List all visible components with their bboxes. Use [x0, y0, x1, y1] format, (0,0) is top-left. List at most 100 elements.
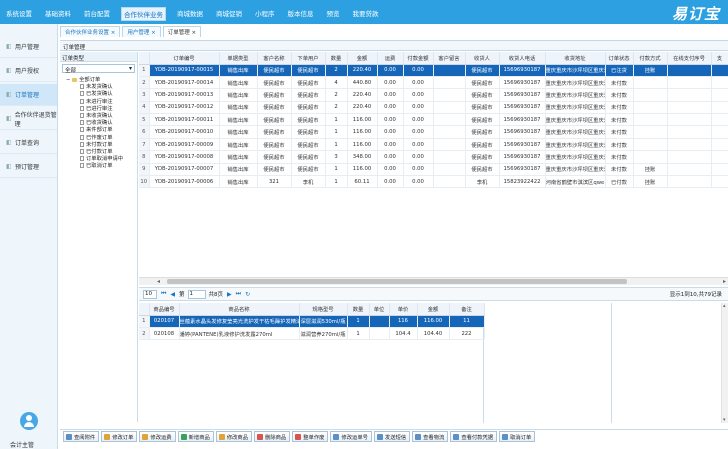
order-type-select[interactable]: 全部 [62, 64, 135, 74]
column-header[interactable]: 订单状态 [605, 52, 634, 65]
table-row[interactable]: 4 YDB-20190917-00012 销售出库 便民超市 便民超市 2 220.40 0.… [139, 101, 728, 115]
topnav-item[interactable]: 基础资料 [43, 7, 73, 21]
column-header[interactable]: 单位 [369, 303, 390, 316]
column-header[interactable] [139, 52, 150, 65]
horizontal-scrollbar[interactable]: ◂ ▸ [139, 277, 728, 285]
sidebar-item[interactable]: ◧ 订单管理 [0, 84, 57, 106]
topnav-item[interactable]: 商城促销 [214, 7, 244, 21]
toolbar-button[interactable]: 取消订单 [499, 431, 536, 442]
sidebar-item[interactable]: ◧ 用户授权 [0, 60, 57, 82]
tree-node[interactable]: 未发货确认 [60, 82, 137, 90]
column-header[interactable]: 数量 [347, 303, 370, 316]
sidebar-item[interactable]: ◧ 用户管理 [0, 36, 57, 58]
page-size-select[interactable]: 10 [143, 289, 157, 299]
table-row[interactable]: 2 YDB-20190917-00014 销售出库 便民超市 便民超市 4 440.80 0.… [139, 76, 728, 90]
column-header[interactable]: 付款方式 [633, 52, 668, 65]
toolbar-button[interactable]: 修改运费 [139, 431, 176, 442]
table-row[interactable]: 5 YDB-20190917-00011 销售出库 便民超市 便民超市 1 116.00 0.… [139, 113, 728, 127]
avatar[interactable] [20, 412, 38, 430]
topnav-item[interactable]: 合作伙伴业务 [121, 7, 166, 21]
scroll-up-icon[interactable]: ▴ [723, 303, 726, 309]
toolbar-button[interactable]: 修改运单号 [330, 431, 372, 442]
topnav-item[interactable]: 版本信息 [286, 7, 316, 21]
toolbar-button[interactable]: 发送短信 [373, 431, 411, 442]
toolbar-button[interactable]: 修改订单 [101, 431, 138, 442]
column-header[interactable]: 商品编号 [149, 303, 180, 316]
table-row[interactable]: 8 YDB-20190917-00008 销售出库 便民超市 便民超市 3 348.00 0.… [139, 150, 728, 164]
column-header[interactable]: 订单编号 [149, 52, 220, 65]
tree-node[interactable]: 已收货确认 [60, 118, 137, 126]
table-row[interactable]: 10 YDB-20190917-00006 销售出库 321 李机 1 60.11 0.00 0… [139, 175, 728, 189]
page-input[interactable]: 1 [187, 289, 206, 299]
table-row[interactable]: 1 YDB-20190917-00015 销售出库 便民超市 便民超市 2 220.40 0.… [139, 64, 728, 77]
tree-node[interactable]: 未进行审注 [60, 97, 137, 105]
column-header[interactable]: 运费 [377, 52, 404, 65]
prev-page-icon[interactable]: ◀ [170, 291, 175, 298]
toolbar-button[interactable]: 查看物流 [412, 431, 449, 442]
column-header[interactable]: 金额 [417, 303, 450, 316]
topnav-item[interactable]: 预览 [325, 7, 342, 21]
topnav-item[interactable]: 商城数据 [175, 7, 205, 21]
vertical-scrollbar[interactable]: ▴ ▾ [721, 303, 728, 423]
column-header[interactable]: 收货地址 [545, 52, 606, 65]
column-header[interactable]: 支 [711, 52, 728, 65]
column-header[interactable]: 收货人 [465, 52, 500, 65]
toolbar-button[interactable]: 修改商品 [215, 431, 253, 442]
topnav-item[interactable]: 系统设置 [4, 7, 34, 21]
tree-node[interactable]: 订单取消申请中 [60, 154, 137, 162]
scroll-left-icon[interactable]: ◂ [157, 278, 160, 285]
toolbar-button[interactable]: 查阅附件 [63, 431, 100, 442]
tree-node[interactable]: 已作废订单 [60, 133, 137, 141]
tree-node[interactable]: 已付款订单 [60, 147, 137, 155]
column-header[interactable]: 单据类型 [219, 52, 258, 65]
column-header[interactable] [139, 303, 150, 316]
topnav-item[interactable]: 我要贷款 [351, 7, 381, 21]
table-row[interactable]: 9 YDB-20190917-00007 销售出库 便民超市 便民超市 1 116.00 0.… [139, 163, 728, 177]
column-header[interactable]: 商品名称 [179, 303, 300, 316]
topnav-item[interactable]: 前台配置 [82, 7, 112, 21]
tree-node[interactable]: 未付款订单 [60, 140, 137, 148]
next-page-icon[interactable]: ▶ [227, 291, 232, 298]
toolbar-button[interactable]: 新增商品 [177, 431, 214, 442]
first-page-icon[interactable]: ⏮ [161, 290, 166, 298]
breadcrumb-tab[interactable]: 合作伙伴业务设置 × [60, 26, 121, 37]
tree-node[interactable]: 来件部订单 [60, 125, 137, 133]
sidebar-item[interactable]: ◧ 订单查询 [0, 132, 57, 154]
breadcrumb-tab[interactable]: 用户管理 × [122, 26, 161, 37]
column-header[interactable]: 数量 [325, 52, 348, 65]
scroll-down-icon[interactable]: ▾ [723, 417, 726, 423]
last-page-icon[interactable]: ⏭ [236, 290, 241, 298]
tree-node[interactable]: 未收货确认 [60, 111, 137, 119]
column-header[interactable]: 金额 [347, 52, 378, 65]
refresh-icon[interactable]: ↻ [245, 291, 250, 298]
column-header[interactable]: 备注 [449, 303, 485, 316]
table-row[interactable]: 6 YDB-20190917-00010 销售出库 便民超市 便民超市 1 116.00 0.… [139, 125, 728, 139]
column-header[interactable]: 客户名称 [257, 52, 292, 65]
column-header[interactable]: 单价 [389, 303, 418, 316]
scroll-right-icon[interactable]: ▸ [723, 278, 726, 285]
tree-node[interactable]: 已发货确认 [60, 89, 137, 97]
scrollbar-thumb[interactable] [167, 279, 627, 284]
memo-area[interactable]: ▴ ▾ [611, 303, 728, 423]
topnav-item[interactable]: 小程序 [253, 7, 277, 21]
column-header[interactable]: 规格型号 [299, 303, 348, 316]
toolbar-button[interactable]: 查看付款凭据 [450, 431, 498, 442]
toolbar-button[interactable]: 删除商品 [254, 431, 291, 442]
table-row[interactable]: 1 020107 丝蕴素水晶头发修复莹亮光洗护发干枯毛躁护发精油修... 深层滋润53… [139, 315, 485, 328]
tree-node[interactable]: 已进行审注 [60, 104, 137, 112]
table-row[interactable]: 3 YDB-20190917-00013 销售出库 便民超市 便民超市 2 220.40 0.… [139, 88, 728, 102]
column-header[interactable]: 下单用户 [291, 52, 326, 65]
table-row[interactable]: 7 YDB-20190917-00009 销售出库 便民超市 便民超市 1 116.00 0.… [139, 138, 728, 152]
tree-root[interactable]: − 全部订单 [60, 75, 137, 83]
breadcrumb-tab[interactable]: 订单管理 × [162, 26, 202, 37]
tree-node[interactable]: 已取消订单 [60, 161, 137, 169]
column-header[interactable]: 在线支付序号 [667, 52, 712, 65]
table-cell: 便民超市 [291, 88, 326, 102]
toolbar-button[interactable]: 整单作废 [292, 431, 329, 442]
column-header[interactable]: 客户留言 [433, 52, 466, 65]
table-row[interactable]: 2 020108 潘婷(PANTENE)乳液修护洗发露270ml 滋润营养270ml/… [139, 327, 485, 341]
sidebar-item[interactable]: ◧ 预订管理 [0, 156, 57, 178]
column-header[interactable]: 付款金额 [403, 52, 434, 65]
column-header[interactable]: 收货人电话 [499, 52, 546, 65]
sidebar-item[interactable]: ◧ 合作伙伴退货管理 [0, 108, 57, 130]
